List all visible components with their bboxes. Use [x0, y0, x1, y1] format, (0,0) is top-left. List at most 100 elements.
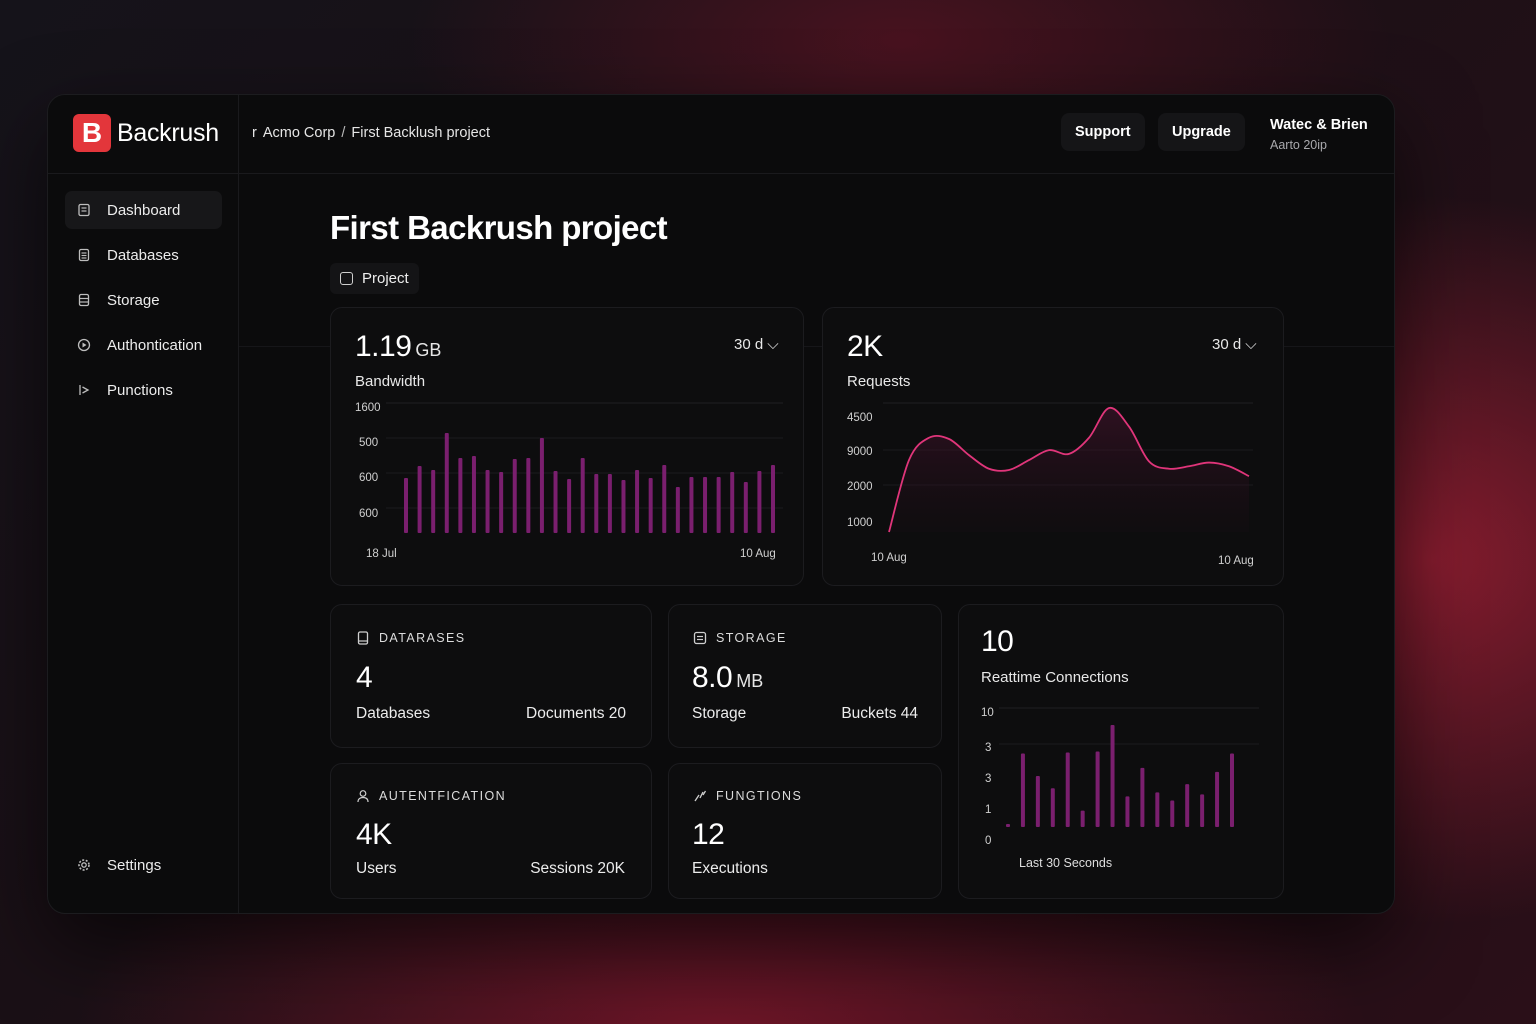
- y-tick-label: 3: [985, 742, 991, 754]
- databases-card[interactable]: DATARASES 4 Databases Documents 20: [330, 604, 652, 748]
- bandwidth-bar: [594, 474, 599, 533]
- logo-mark: B: [73, 114, 111, 152]
- functions-icon: [693, 789, 707, 803]
- breadcrumb-project[interactable]: First Backlush project: [351, 125, 490, 141]
- y-tick-label: 1000: [847, 517, 873, 529]
- sidebar-item-label: Authontication: [107, 336, 203, 354]
- realtime-bar: [1095, 751, 1100, 827]
- app-logo[interactable]: B Backrush: [73, 114, 219, 152]
- realtime-bar: [1140, 767, 1145, 827]
- sessions-count: Sessions 20K: [530, 860, 625, 877]
- bandwidth-bar: [621, 480, 626, 533]
- executions-label: Executions: [692, 860, 768, 877]
- functions-stats: Executions: [692, 860, 916, 878]
- realtime-bar: [1050, 788, 1055, 827]
- sidebar-item-dashboard[interactable]: Dashboard: [65, 191, 222, 229]
- sidebar-item-storage[interactable]: Storage: [65, 281, 222, 319]
- app-name: Backrush: [117, 118, 219, 147]
- sidebar-item-databases[interactable]: Databases: [65, 236, 222, 274]
- support-button[interactable]: Support: [1061, 113, 1145, 151]
- upgrade-button[interactable]: Upgrade: [1158, 113, 1245, 151]
- project-chip[interactable]: Project: [330, 263, 419, 294]
- requests-area: [889, 407, 1249, 532]
- databases-heading: DATARASES: [356, 631, 465, 645]
- storage-icon: [693, 631, 707, 645]
- realtime-bar: [1065, 752, 1070, 827]
- y-tick-label: 600: [359, 472, 378, 484]
- sidebar-item-label: Settings: [107, 856, 162, 874]
- chip-label: Project: [362, 270, 409, 287]
- functions-heading-text: FUNGTIONS: [716, 789, 803, 803]
- sidebar-item-settings[interactable]: Settings: [65, 846, 222, 884]
- sidebar-item-label: Punctions: [107, 381, 173, 399]
- realtime-bar: [1110, 725, 1115, 827]
- y-tick-label: 4500: [847, 412, 873, 424]
- storage-heading-text: STORAGE: [716, 631, 787, 645]
- databases-stats: Databases Documents 20: [356, 705, 626, 723]
- realtime-chart: 10 3 3 1 0 Last 30 Seconds: [981, 707, 1259, 870]
- databases-label: Databases: [356, 705, 431, 722]
- y-tick-label: 9000: [847, 446, 873, 458]
- bandwidth-bar: [757, 471, 762, 533]
- user-subtitle: Aarto 20ip: [1270, 138, 1327, 152]
- auth-card[interactable]: AUTENTFICATION 4K Users Sessions 20K: [330, 763, 652, 899]
- auth-stats: Users Sessions 20K: [356, 860, 625, 878]
- users-label: Users: [356, 860, 397, 877]
- y-tick-label: 3: [985, 773, 991, 785]
- gear-icon: [77, 858, 91, 872]
- sidebar-item-authontication[interactable]: Authontication: [65, 326, 222, 364]
- bandwidth-bar: [607, 474, 612, 533]
- sidebar-item-label: Dashboard: [107, 201, 181, 219]
- realtime-bar: [1020, 753, 1025, 827]
- x-tick-label: 10 Aug: [1218, 555, 1254, 567]
- requests-chart: 4500 9000 2000 1000 10 Aug 10 Aug: [847, 402, 1254, 567]
- top-bar: B Backrush r Acmo Corp / First Backlush …: [48, 95, 1394, 174]
- realtime-bar: [1170, 800, 1175, 827]
- breadcrumb-separator: /: [341, 125, 346, 141]
- auth-heading-text: AUTENTFICATION: [379, 789, 507, 803]
- realtime-bar: [1200, 794, 1205, 827]
- functions-value: 12: [692, 818, 725, 851]
- bandwidth-bar: [580, 458, 585, 533]
- bandwidth-bar: [512, 459, 517, 533]
- bandwidth-bar: [539, 438, 544, 533]
- bandwidth-bar: [716, 477, 721, 533]
- bandwidth-bar: [526, 458, 531, 533]
- x-tick-label: 10 Aug: [871, 552, 907, 564]
- requests-card: 2K Requests 30 d ⌵ 4500 9000 2000 1000 1…: [822, 307, 1284, 586]
- auth-heading: AUTENTFICATION: [356, 789, 506, 803]
- y-tick-label: 1600: [355, 402, 381, 414]
- y-tick-label: 1: [985, 804, 991, 816]
- bandwidth-bar: [404, 478, 408, 533]
- user-menu[interactable]: Watec & Brien Aarto 20ip: [1270, 117, 1368, 152]
- storage-metric: 8.0 MB: [692, 661, 763, 695]
- storage-stats: Storage Buckets 44: [692, 705, 918, 723]
- bandwidth-bar: [703, 477, 708, 533]
- bandwidth-bar: [689, 477, 694, 533]
- x-tick-label: 18 Jul: [366, 548, 397, 560]
- auth-icon: [77, 338, 91, 352]
- buckets-count: Buckets 44: [841, 705, 918, 722]
- sidebar-item-punctions[interactable]: Punctions: [65, 371, 222, 409]
- page-title: First Backrush project: [330, 209, 668, 246]
- user-icon: [356, 789, 370, 803]
- database-icon: [356, 631, 370, 645]
- breadcrumb-prefix: r: [252, 125, 257, 141]
- breadcrumb-org[interactable]: Acmo Corp: [263, 125, 336, 141]
- realtime-bar: [1125, 796, 1130, 827]
- storage-card[interactable]: STORAGE 8.0 MB Storage Buckets 44: [668, 604, 942, 748]
- bandwidth-bar: [771, 465, 775, 533]
- realtime-bar: [1155, 792, 1160, 827]
- storage-heading: STORAGE: [693, 631, 787, 645]
- bandwidth-bar: [743, 482, 748, 533]
- bandwidth-bar: [471, 456, 476, 533]
- realtime-footer: Last 30 Seconds: [1019, 856, 1112, 870]
- app-window: B Backrush r Acmo Corp / First Backlush …: [47, 94, 1395, 914]
- y-tick-label: 10: [981, 707, 994, 719]
- bandwidth-bar: [553, 471, 558, 533]
- functions-card[interactable]: FUNGTIONS 12 Executions: [668, 763, 942, 899]
- storage-value: 8.0: [692, 661, 733, 694]
- documents-count: Documents 20: [526, 705, 626, 722]
- bandwidth-bar: [567, 479, 572, 533]
- dashboard-icon: [77, 203, 91, 217]
